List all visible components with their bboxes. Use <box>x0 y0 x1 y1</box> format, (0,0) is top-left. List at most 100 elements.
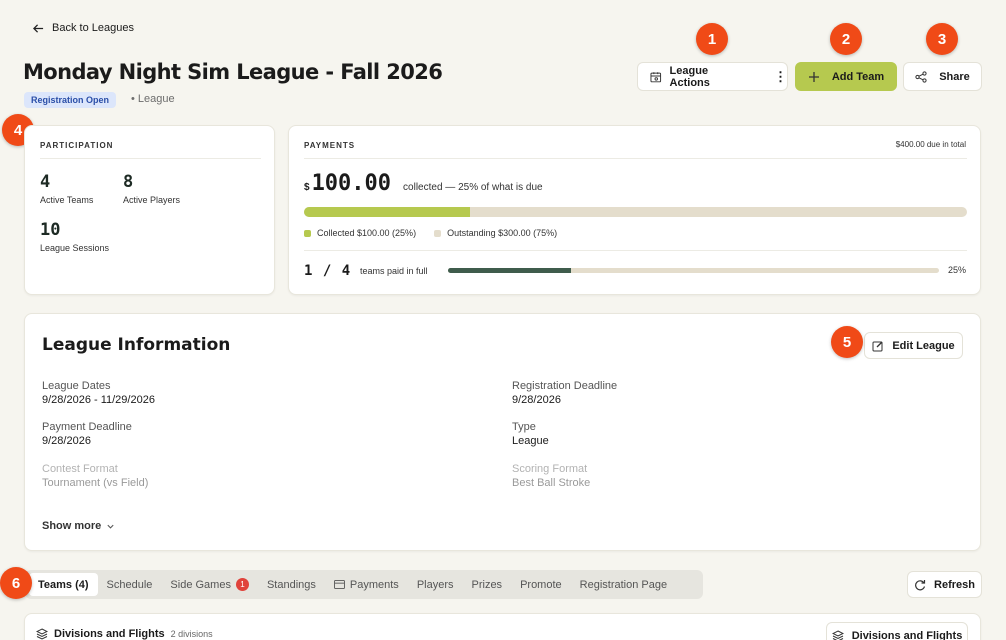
share-label: Share <box>939 70 970 83</box>
share-button[interactable]: Share <box>903 62 982 91</box>
legend-collected: Collected $100.00 (25%) <box>317 228 417 238</box>
amount-collected: $ 100.00 collected — 25% of what is due <box>304 171 543 196</box>
collected-progress-fill <box>304 207 470 217</box>
show-more-button[interactable]: Show more <box>42 520 115 532</box>
tab-label: Players <box>416 578 454 591</box>
arrow-left-icon <box>33 23 44 33</box>
amount-note: collected — 25% of what is due <box>403 182 543 193</box>
layers-icon <box>36 628 48 640</box>
refresh-button[interactable]: Refresh <box>907 571 982 598</box>
stat-value: 8 <box>123 172 134 192</box>
add-team-label: Add Team <box>831 70 885 83</box>
due-total: $400.00 due in total <box>895 140 966 149</box>
stat-active-players: 8 Active Players <box>123 172 180 205</box>
section-tabs: Teams (4) Schedule Side Games 1 Standings… <box>25 570 703 599</box>
field-label: Registration Deadline <box>512 380 618 392</box>
back-label: Back to Leagues <box>52 22 134 34</box>
edit-league-button[interactable]: Edit League <box>864 332 963 359</box>
field-label: Scoring Format <box>512 463 588 475</box>
league-actions-label: League Actions <box>669 64 710 89</box>
marker-6: 6 <box>0 567 32 599</box>
divisions-count: 2 divisions <box>170 629 213 639</box>
tab-side-games[interactable]: Side Games 1 <box>161 573 258 596</box>
field-value: Tournament (vs Field) <box>42 477 149 489</box>
calendar-settings-icon <box>650 71 662 82</box>
stat-label: League Sessions <box>40 243 110 253</box>
outstanding-swatch <box>434 229 442 237</box>
notification-badge: 1 <box>235 578 249 591</box>
teams-paid-count: 1 / 4 <box>304 263 351 279</box>
collected-progress-bar <box>304 207 967 217</box>
status-badge: Registration Open <box>24 92 117 108</box>
divider <box>304 158 967 159</box>
participation-card: PARTICIPATION 4 Active Teams 8 Active Pl… <box>24 125 275 295</box>
stat-value: 10 <box>40 220 61 240</box>
edit-league-label: Edit League <box>892 339 955 352</box>
tab-label: Schedule <box>106 578 153 591</box>
field-payment-deadline: Payment Deadline 9/28/2026 <box>42 421 132 447</box>
field-scoring-format: Scoring Format Best Ball Stroke <box>512 463 590 489</box>
tab-prizes[interactable]: Prizes <box>463 573 512 596</box>
edit-icon <box>872 341 883 351</box>
tab-registration-page[interactable]: Registration Page <box>571 573 676 596</box>
tab-teams[interactable]: Teams (4) <box>29 573 98 596</box>
tab-standings[interactable]: Standings <box>258 573 325 596</box>
stat-label: Active Teams <box>40 195 94 205</box>
teams-paid-label: teams paid in full <box>360 266 428 276</box>
tab-players[interactable]: Players <box>408 573 463 596</box>
marker-5: 5 <box>831 326 863 358</box>
divider <box>304 250 967 251</box>
amount-value: 100.00 <box>311 171 392 196</box>
add-team-button[interactable]: Add Team <box>795 62 897 91</box>
field-label: Payment Deadline <box>42 421 132 433</box>
divider <box>40 158 261 159</box>
field-value: Best Ball Stroke <box>512 477 591 489</box>
stat-value: 4 <box>40 172 51 192</box>
field-label: League Dates <box>42 380 111 392</box>
tab-schedule[interactable]: Schedule <box>98 573 162 596</box>
marker-2: 2 <box>830 23 862 55</box>
field-type: Type League <box>512 421 549 447</box>
tab-promote[interactable]: Promote <box>511 573 571 596</box>
field-value: 9/28/2026 - 11/29/2026 <box>42 394 155 406</box>
tab-label: Standings <box>266 578 316 591</box>
divisions-button-label: Divisions and Flights <box>851 629 963 640</box>
layers-icon <box>831 629 844 640</box>
marker-3: 3 <box>926 23 958 55</box>
plus-icon <box>808 71 819 82</box>
card-icon <box>333 580 345 589</box>
show-more-label: Show more <box>42 520 102 532</box>
tab-label: Prizes <box>471 578 503 591</box>
stat-league-sessions: 10 League Sessions <box>40 220 109 253</box>
teams-paid-pct: 25% <box>947 265 966 275</box>
tab-label: Side Games <box>170 578 231 591</box>
tab-payments[interactable]: Payments <box>325 573 408 596</box>
payments-card: PAYMENTS $400.00 due in total $ 100.00 c… <box>288 125 981 295</box>
collected-swatch <box>304 229 311 237</box>
participation-caption: PARTICIPATION <box>40 141 114 150</box>
teams-paid-fill <box>448 268 571 273</box>
tab-label: Payments <box>349 578 399 591</box>
chevron-down-icon <box>107 524 114 529</box>
league-type-label: • League <box>131 93 175 105</box>
field-league-dates: League Dates 9/28/2026 - 11/29/2026 <box>42 380 155 406</box>
field-contest-format: Contest Format Tournament (vs Field) <box>42 463 148 489</box>
field-label: Contest Format <box>42 463 118 475</box>
field-label: Type <box>512 421 536 433</box>
legend-outstanding: Outstanding $300.00 (75%) <box>447 228 558 238</box>
refresh-label: Refresh <box>934 578 975 591</box>
league-actions-button[interactable]: League Actions ⋮ <box>637 62 788 91</box>
field-registration-deadline: Registration Deadline 9/28/2026 <box>512 380 617 406</box>
league-information-title: League Information <box>42 335 231 355</box>
currency-symbol: $ <box>304 182 310 193</box>
field-value: 9/28/2026 <box>512 394 561 406</box>
tab-label: Registration Page <box>579 578 668 591</box>
stat-active-teams: 4 Active Teams <box>40 172 93 205</box>
back-to-leagues-link[interactable]: Back to Leagues <box>33 22 134 34</box>
divisions-header: Divisions and Flights 2 divisions <box>36 628 213 640</box>
divisions-and-flights-button[interactable]: Divisions and Flights <box>826 622 968 640</box>
refresh-icon <box>915 579 926 590</box>
more-vertical-icon[interactable]: ⋮ <box>774 70 787 83</box>
tab-label: Promote <box>520 578 562 591</box>
field-value: League <box>512 435 549 447</box>
